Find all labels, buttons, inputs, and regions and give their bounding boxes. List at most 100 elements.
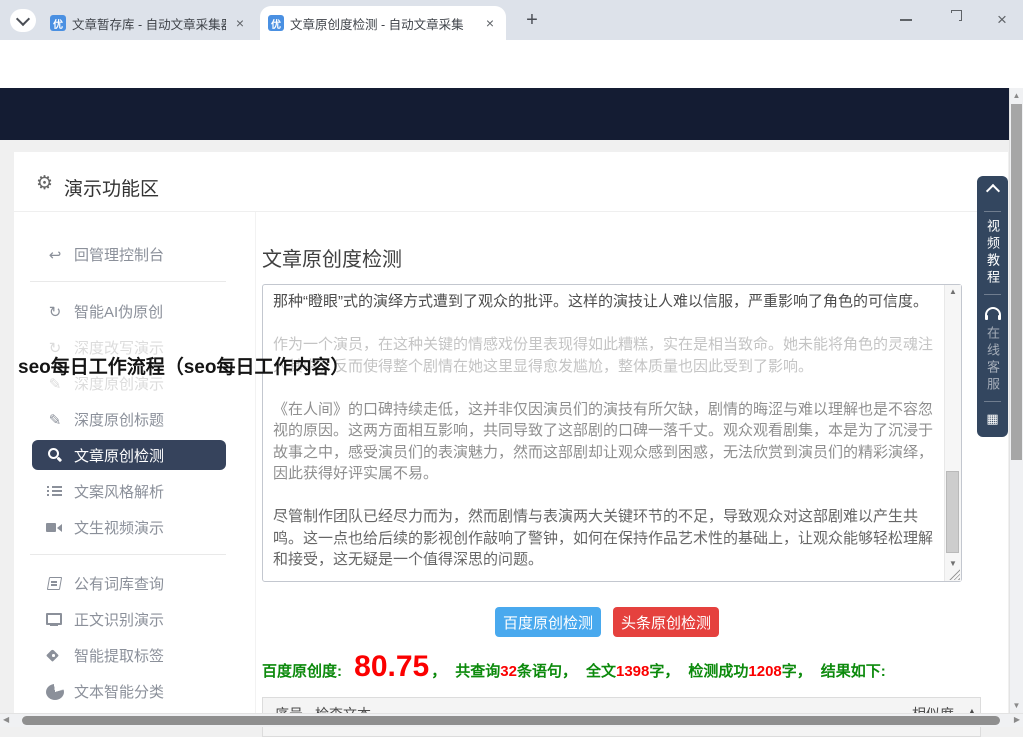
scroll-right-icon[interactable]: ▶ (1014, 715, 1020, 724)
browser-tab-active[interactable]: 优 文章原创度检测 - 自动文章采集 × (260, 6, 506, 40)
book-icon (46, 575, 64, 591)
sidebar-item-label: 文本智能分类 (74, 681, 164, 702)
refresh-icon: ↻ (46, 339, 64, 355)
textarea-scrollbar[interactable]: ▲ ▼ (944, 285, 961, 581)
scroll-left-icon[interactable]: ◀ (3, 715, 9, 724)
sidebar-item-public-lexicon[interactable]: 公有词库查询 (32, 568, 226, 598)
sidebar-item-back-console[interactable]: ↩ 回管理控制台 (32, 239, 226, 269)
ordered-list-icon (46, 483, 64, 499)
paragraph: 尽管制作团队已经尽力而为，然而剧情与表演两大关键环节的不足，导致观众对这部剧难以… (273, 506, 935, 571)
stats-number: 1398 (616, 663, 649, 680)
tab-search-button[interactable] (10, 9, 36, 32)
headset-icon (985, 307, 1001, 319)
sidebar-item-label: 回管理控制台 (74, 244, 164, 265)
site-favicon-icon: 优 (268, 15, 284, 31)
originality-score: 80.75 (354, 650, 429, 683)
edit-icon: ✎ (46, 375, 64, 391)
sidebar-item-label: 公有词库查询 (74, 573, 164, 594)
restore-icon (948, 14, 959, 25)
scroll-down-icon[interactable]: ▼ (945, 559, 961, 568)
divider (255, 212, 256, 727)
scrollbar-thumb[interactable] (1011, 104, 1022, 460)
stats-text: ， (431, 663, 446, 680)
browser-tab-inactive[interactable]: 优 文章暂存库 - 自动文章采集器- × (42, 8, 256, 38)
sidebar-item-label: 正文识别演示 (74, 609, 164, 630)
sidebar-item-body-recognition[interactable]: 正文识别演示 (32, 604, 226, 634)
sidebar-item-label: 深度原创标题 (74, 409, 164, 430)
browser-titlebar: 优 文章暂存库 - 自动文章采集器- × 优 文章原创度检测 - 自动文章采集 … (0, 0, 1023, 40)
stats-text: 字， (782, 663, 812, 680)
divider (984, 294, 1001, 295)
close-tab-icon[interactable]: × (232, 15, 248, 31)
divider (984, 211, 1001, 212)
stats-label: 百度原创度: (262, 663, 346, 680)
sidebar-item-deep-rewrite[interactable]: ↻ 深度改写演示 (32, 332, 226, 362)
divider (14, 211, 1008, 212)
horizontal-scrollbar[interactable]: ◀ ▶ (0, 713, 1023, 727)
baidu-check-button[interactable]: 百度原创检测 (495, 607, 601, 637)
online-service-link[interactable]: 在线客服 (984, 326, 1001, 394)
sidebar-item-extract-tags[interactable]: 智能提取标签 (32, 640, 226, 670)
sidebar-item-label: 智能提取标签 (74, 645, 164, 666)
new-tab-button[interactable]: + (520, 8, 544, 32)
site-navbar: 优 采云 AI时代内容工厂 首页 站长必读 计费方式 管理控制台 帮助中心 通知… (0, 88, 1023, 140)
page-title: 文章原创度检测 (262, 243, 402, 272)
search-icon (46, 447, 64, 463)
divider (984, 401, 1001, 402)
chevron-down-icon (16, 12, 30, 26)
section-title: 演示功能区 (64, 174, 159, 201)
stats-text: 字， (649, 663, 679, 680)
sidebar-item-label: 文章原创检测 (74, 445, 164, 466)
stats-text: 结果如下: (821, 663, 886, 680)
stats-text: 检测成功 (688, 663, 748, 680)
scroll-up-icon[interactable]: ▲ (945, 287, 961, 296)
pie-chart-icon (46, 684, 64, 700)
scrollbar-thumb[interactable] (946, 471, 959, 553)
stats-number: 32 (500, 663, 517, 680)
gear-icon: ⚙ (36, 172, 53, 195)
sidebar-item-style-analysis[interactable]: 文案风格解析 (32, 476, 226, 506)
paragraph: 作为一个演员，在这种关键的情感戏份里表现得如此糟糕，实在是相当致命。她未能将角色… (273, 334, 935, 377)
result-stats: 百度原创度: 80.75，共查询32条语句，全文1398字，检测成功1208字，… (262, 650, 982, 684)
minimize-button[interactable] (900, 19, 912, 21)
sidebar-item-text-to-video[interactable]: 文生视频演示 (32, 512, 226, 542)
vertical-scrollbar[interactable]: ▲ ▼ (1009, 88, 1023, 713)
scroll-up-icon[interactable]: ▲ (1010, 91, 1023, 100)
tag-icon (46, 647, 64, 663)
close-window-button[interactable]: × (992, 10, 1012, 30)
undo-icon: ↩ (46, 246, 64, 262)
article-textarea[interactable]: 那种“瞪眼”式的演绎方式遭到了观众的批评。这样的演技让人难以信服，严重影响了角色… (262, 284, 962, 582)
paragraph: 《在人间》的口碑持续走低，这并非仅因演员们的演技有所欠缺，剧情的晦涩与难以理解也… (273, 399, 935, 485)
paragraph: 那种“瞪眼”式的演绎方式遭到了观众的批评。这样的演技让人难以信服，严重影响了角色… (273, 291, 935, 313)
sidebar-item-original-title[interactable]: ✎ 深度原创标题 (32, 404, 226, 434)
sidebar-item-label: 深度改写演示 (74, 337, 164, 358)
monitor-icon (46, 611, 64, 627)
floating-side-widget: 视频教程 在线客服 ▦ (977, 176, 1008, 437)
site-favicon-icon: 优 (50, 15, 66, 31)
refresh-icon: ↻ (46, 303, 64, 319)
edit-icon: ✎ (46, 411, 64, 427)
sidebar-item-ai-rewrite[interactable]: ↻ 智能AI伪原创 (32, 296, 226, 326)
sidebar-item-text-classification[interactable]: 文本智能分类 (32, 676, 226, 706)
video-tutorial-link[interactable]: 视频教程 (984, 219, 1001, 287)
qr-code-icon[interactable]: ▦ (986, 411, 998, 427)
sidebar-item-label: 深度原创演示 (74, 373, 164, 394)
sidebar-item-label: 文生视频演示 (74, 517, 164, 538)
sidebar-item-originality-check[interactable]: 文章原创检测 (32, 440, 226, 470)
stats-text: 全文 (586, 663, 616, 680)
article-text: 那种“瞪眼”式的演绎方式遭到了观众的批评。这样的演技让人难以信服，严重影响了角色… (273, 291, 935, 578)
tab-title: 文章原创度检测 - 自动文章采集 (290, 14, 476, 33)
tab-title: 文章暂存库 - 自动文章采集器- (72, 14, 226, 33)
sidebar-item-deep-original[interactable]: ✎ 深度原创演示 (32, 368, 226, 398)
restore-button[interactable] (948, 14, 959, 25)
scrollbar-thumb[interactable] (22, 716, 1000, 725)
toutiao-check-button[interactable]: 头条原创检测 (613, 607, 719, 637)
back-to-top-icon[interactable] (985, 184, 999, 198)
sidebar-item-label: 智能AI伪原创 (74, 301, 163, 322)
divider (30, 281, 226, 282)
scroll-down-icon[interactable]: ▼ (1010, 701, 1023, 710)
stats-number: 1208 (748, 663, 781, 680)
browser-toolbar: ← → ↻ ucaiyun.com/caiji/test_original/ ☆… (0, 40, 1023, 88)
close-tab-icon[interactable]: × (482, 15, 498, 31)
video-camera-icon (46, 519, 64, 535)
